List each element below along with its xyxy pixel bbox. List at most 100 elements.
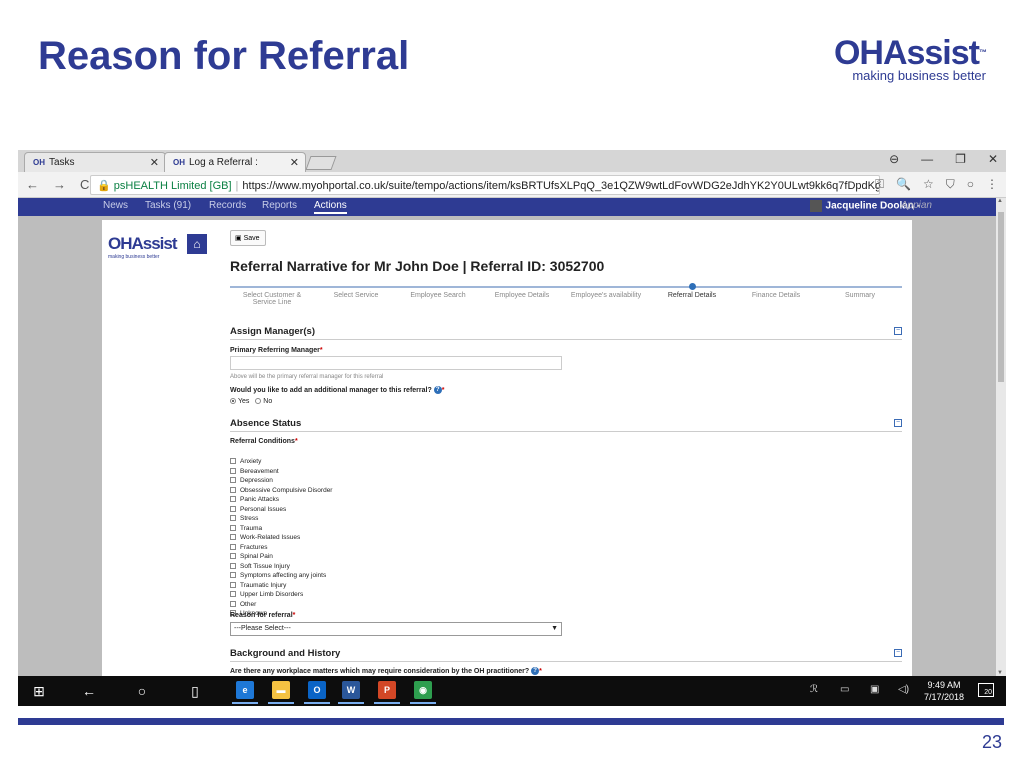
radio-yes[interactable]: Yes: [230, 398, 249, 405]
tab-tasks[interactable]: OH Tasks ✕: [24, 152, 166, 172]
radio-icon: [230, 398, 236, 405]
condition-label: Personal Issues: [240, 505, 287, 513]
shield-extension-icon[interactable]: ⛉: [946, 177, 955, 192]
battery-icon[interactable]: ▭: [840, 684, 849, 695]
nav-records[interactable]: Records: [209, 200, 246, 211]
close-icon[interactable]: ✕: [290, 156, 299, 169]
back-arrow-icon[interactable]: ←: [80, 682, 98, 700]
word-icon[interactable]: W: [338, 681, 364, 704]
condition-checkbox[interactable]: Other: [230, 601, 332, 611]
address-bar-row: ← → C 🔒 psHEALTH Limited [GB] | https://ww…: [18, 172, 1006, 198]
question-text: Would you like to add an additional mana…: [230, 386, 432, 394]
collapse-icon[interactable]: −: [894, 649, 902, 657]
scrollbar-thumb[interactable]: [998, 212, 1004, 382]
zoom-icon[interactable]: 🔍: [896, 177, 911, 192]
close-window-icon[interactable]: ✕: [988, 152, 998, 166]
url-field[interactable]: 🔒 psHEALTH Limited [GB] | https://www.myoh…: [90, 175, 880, 195]
checkbox-icon: [230, 467, 236, 474]
required-mark: *: [539, 667, 542, 675]
condition-checkbox[interactable]: Stress: [230, 515, 332, 525]
vertical-scrollbar[interactable]: ▲ ▼: [996, 198, 1006, 676]
tab-log-referral[interactable]: OH Log a Referral : ✕: [164, 152, 306, 172]
footer-rule: [18, 718, 1004, 725]
help-icon[interactable]: ?: [433, 386, 442, 394]
primary-manager-input[interactable]: [230, 356, 562, 370]
condition-checkbox[interactable]: Anxiety: [230, 458, 332, 468]
condition-checkbox[interactable]: Upper Limb Disorders: [230, 591, 332, 601]
condition-checkbox[interactable]: Obsessive Compulsive Disorder: [230, 487, 332, 497]
condition-checkbox[interactable]: Panic Attacks: [230, 496, 332, 506]
chrome-icon[interactable]: ◉: [410, 681, 436, 704]
reload-icon[interactable]: C: [80, 177, 89, 192]
condition-checkbox[interactable]: Symptoms affecting any joints: [230, 572, 332, 582]
app-logo[interactable]: OHAssist making business better: [108, 234, 178, 260]
reason-for-referral-select[interactable]: ---Please Select--- ▼: [230, 622, 562, 636]
forward-icon[interactable]: →: [53, 177, 66, 192]
checkbox-icon: [230, 553, 236, 560]
page-number: 23: [981, 732, 1002, 752]
help-icon[interactable]: ?: [531, 667, 540, 675]
condition-checkbox[interactable]: Bereavement: [230, 468, 332, 478]
condition-checkbox[interactable]: Soft Tissue Injury: [230, 563, 332, 573]
system-clock[interactable]: 9:49 AM 7/17/2018: [924, 679, 964, 703]
condition-checkbox[interactable]: Work-Related Issues: [230, 534, 332, 544]
radio-no[interactable]: No: [255, 398, 272, 405]
required-mark: *: [292, 612, 296, 619]
powerpoint-icon[interactable]: P: [374, 681, 400, 704]
restore-icon[interactable]: ❐: [955, 152, 966, 166]
screenshot: OH Tasks ✕ OH Log a Referral : ✕ ⊖ — ❐ ✕ ←…: [18, 150, 1006, 706]
close-icon[interactable]: ✕: [150, 156, 159, 169]
windows-start-icon[interactable]: ⊞: [30, 682, 48, 700]
back-icon[interactable]: ←: [26, 177, 39, 192]
progress-marker: [689, 283, 696, 290]
task-view-icon[interactable]: ▯: [186, 682, 204, 700]
nav-tasks[interactable]: Tasks (91): [145, 200, 191, 211]
key-icon[interactable]: ⚿: [875, 177, 884, 192]
cortana-icon[interactable]: ○: [133, 682, 151, 700]
extension-circle-icon[interactable]: ○: [967, 177, 974, 192]
notification-center-icon[interactable]: 20: [978, 683, 994, 697]
checkbox-icon: [230, 524, 236, 531]
checkbox-icon: [230, 496, 236, 503]
menu-kebab-icon[interactable]: ⋮: [986, 177, 998, 192]
condition-checkbox[interactable]: Trauma: [230, 525, 332, 535]
minimize-icon[interactable]: —: [921, 152, 933, 166]
progress-line: [230, 286, 902, 288]
section-title: Assign Manager(s): [230, 326, 315, 337]
app-logo-tagline: making business better: [108, 254, 160, 260]
condition-checkbox[interactable]: Fractures: [230, 544, 332, 554]
condition-checkbox[interactable]: Depression: [230, 477, 332, 487]
new-tab-button[interactable]: [305, 156, 337, 170]
step-select-customer: Select Customer & Service Line: [242, 292, 302, 306]
scroll-up-icon[interactable]: ▲: [997, 198, 1003, 204]
condition-checkbox[interactable]: Spinal Pain: [230, 553, 332, 563]
step-referral-details: Referral Details: [667, 292, 717, 299]
collapse-icon[interactable]: −: [894, 419, 902, 427]
checkbox-icon: [230, 458, 236, 465]
slide: Reason for Referral OHAssist™ making bus…: [0, 0, 1024, 768]
checkbox-icon: [230, 486, 236, 493]
profile-icon[interactable]: ⊖: [889, 152, 899, 166]
file-explorer-icon[interactable]: ▬: [268, 681, 294, 704]
people-icon[interactable]: ℛ: [810, 684, 818, 695]
nav-reports[interactable]: Reports: [262, 200, 297, 211]
bookmark-star-icon[interactable]: ☆: [923, 177, 934, 192]
required-mark: *: [319, 347, 323, 354]
condition-label: Anxiety: [240, 458, 262, 465]
collapse-icon[interactable]: −: [894, 327, 902, 335]
outlook-icon[interactable]: O: [304, 681, 330, 704]
brand-tm: ™: [979, 48, 987, 57]
primary-manager-label: Primary Referring Manager*: [230, 347, 323, 354]
edge-icon[interactable]: e: [232, 681, 258, 704]
url-text: https://www.myohportal.co.uk/suite/tempo…: [242, 180, 879, 192]
condition-label: Depression: [240, 477, 273, 484]
nav-actions[interactable]: Actions: [314, 200, 347, 214]
condition-checkbox[interactable]: Traumatic Injury: [230, 582, 332, 592]
step-employee-availability: Employee's availability: [570, 292, 642, 299]
nav-news[interactable]: News: [103, 200, 128, 211]
network-icon[interactable]: ▣: [870, 684, 879, 695]
save-button[interactable]: ▣ Save: [230, 230, 266, 246]
volume-icon[interactable]: ◁): [898, 684, 909, 695]
home-icon[interactable]: ⌂: [187, 234, 207, 254]
condition-checkbox[interactable]: Personal Issues: [230, 506, 332, 516]
